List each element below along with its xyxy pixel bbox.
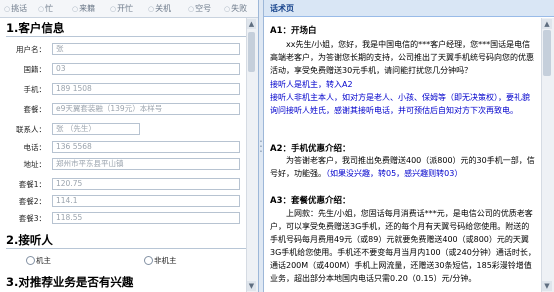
interest-heading: 3.对推荐业务是否有兴趣 [6,275,134,289]
username-field[interactable]: 张 [52,43,240,55]
tab-empty-number[interactable]: ○空号 [188,3,211,14]
radio-icon: ○ [72,5,79,13]
tab-label: 挑话 [11,4,28,13]
receiver-heading: 2.接听人 [6,233,53,247]
mobile-field[interactable]: 189 1508 [52,83,240,95]
package2-label: 套餐2： [18,197,46,206]
tab-label: 关机 [155,4,172,13]
tab-no-answer[interactable]: ○来籍 [72,3,95,14]
divider [6,248,246,249]
package1-label: 套餐1： [18,180,46,189]
tab-failed[interactable]: ○失败 [224,3,247,14]
tab-call[interactable]: ○挑话 [4,3,27,14]
tab-label: 空号 [195,4,212,13]
non-owner-radio[interactable] [144,256,153,265]
scroll-up-icon[interactable]: ▲ [542,19,552,29]
a2-heading: A2：手机优惠介绍： [270,144,351,154]
contact-label: 联系人： [16,125,46,134]
package3-field[interactable]: 118.55 [52,212,240,224]
contact-field[interactable]: 张 （先生） [52,123,140,135]
radio-icon: ○ [188,5,195,13]
address-field[interactable]: 郑州市平东县平山镇 [52,158,240,170]
address-label: 地址： [23,160,47,169]
package1-field[interactable]: 120.75 [52,178,240,190]
radio-icon: ○ [224,5,231,13]
a3-text: 上网款：先生/小姐，您固话每月消费话***元，是电信公司的优质老客户，可以享受免… [270,207,536,285]
divider [6,36,246,37]
phone-label: 电话： [23,143,47,152]
a1-body: xx先生/小姐，您好，我是中国电信的***客户经理，您***国话是电信高端老客户… [270,40,534,75]
mobile-label: 手机： [23,85,47,94]
tab-busy[interactable]: ○忙 [38,3,53,14]
radio-icon: ○ [110,5,117,13]
a3-heading: A3：套餐优惠介绍： [270,196,351,206]
a1-link-non-owner[interactable]: 接听人非机主本人，如对方是老人、小孩、保姆等（即无决策权），要礼貌询问接听人姓氏… [270,91,536,117]
package3-label: 套餐3： [18,214,46,223]
a1-link-owner[interactable]: 接听人是机主，转入A2 [270,78,536,91]
a1-text: xx先生/小姐，您好，我是中国电信的***客户经理，您***国话是电信高端老客户… [270,38,536,77]
a2-text: 为答谢老客户，我司推出免费赠送400（派800）元的30手机一部，信号好，功能强… [270,154,536,180]
phone-field[interactable]: 136 5568 [52,141,240,153]
owner-radio[interactable] [26,256,35,265]
scroll-up-icon[interactable]: ▲ [247,19,256,29]
non-owner-radio-label: 非机主 [154,256,177,265]
radio-icon: ○ [148,5,155,13]
tab-label: 开忙 [117,4,134,13]
tab-label: 忙 [45,4,54,13]
tab-label: 来籍 [79,4,96,13]
tab-busy-line[interactable]: ○开忙 [110,3,133,14]
call-status-tab-bar: ○挑话 ○忙 ○来籍 ○开忙 ○关机 ○空号 ○失败 [0,0,258,18]
package-label: 套餐： [23,105,47,114]
scroll-down-icon[interactable]: ▼ [542,281,552,291]
radio-icon: ○ [4,5,11,13]
tab-label: 失败 [231,4,248,13]
a1-heading: A1：开场白 [270,26,317,36]
a2-routing-link[interactable]: （如果没兴趣，转05，感兴趣则转03） [326,169,462,178]
left-scroll-thumb[interactable] [248,32,255,72]
username-label: 用户名： [16,45,46,54]
right-scroll-thumb[interactable] [543,30,551,76]
splitter-grip-icon[interactable]: • • • [259,140,263,155]
nationality-label: 国籍： [23,65,47,74]
nationality-field[interactable]: 03 [52,63,240,75]
package2-field[interactable]: 114.1 [52,195,240,207]
radio-icon: ○ [38,5,45,13]
tab-power-off[interactable]: ○关机 [148,3,171,14]
script-panel-title: 话术页 [264,0,554,17]
customer-info-heading: 1.客户信息 [6,21,65,35]
scroll-down-icon[interactable]: ▼ [247,281,256,291]
owner-radio-label: 机主 [36,256,51,265]
package-field[interactable]: e9天翼套装融（139元）本样号 [52,103,240,115]
a3-body: 上网款：先生/小姐，您固话每月消费话***元，是电信公司的优质老客户，可以享受免… [270,209,536,283]
